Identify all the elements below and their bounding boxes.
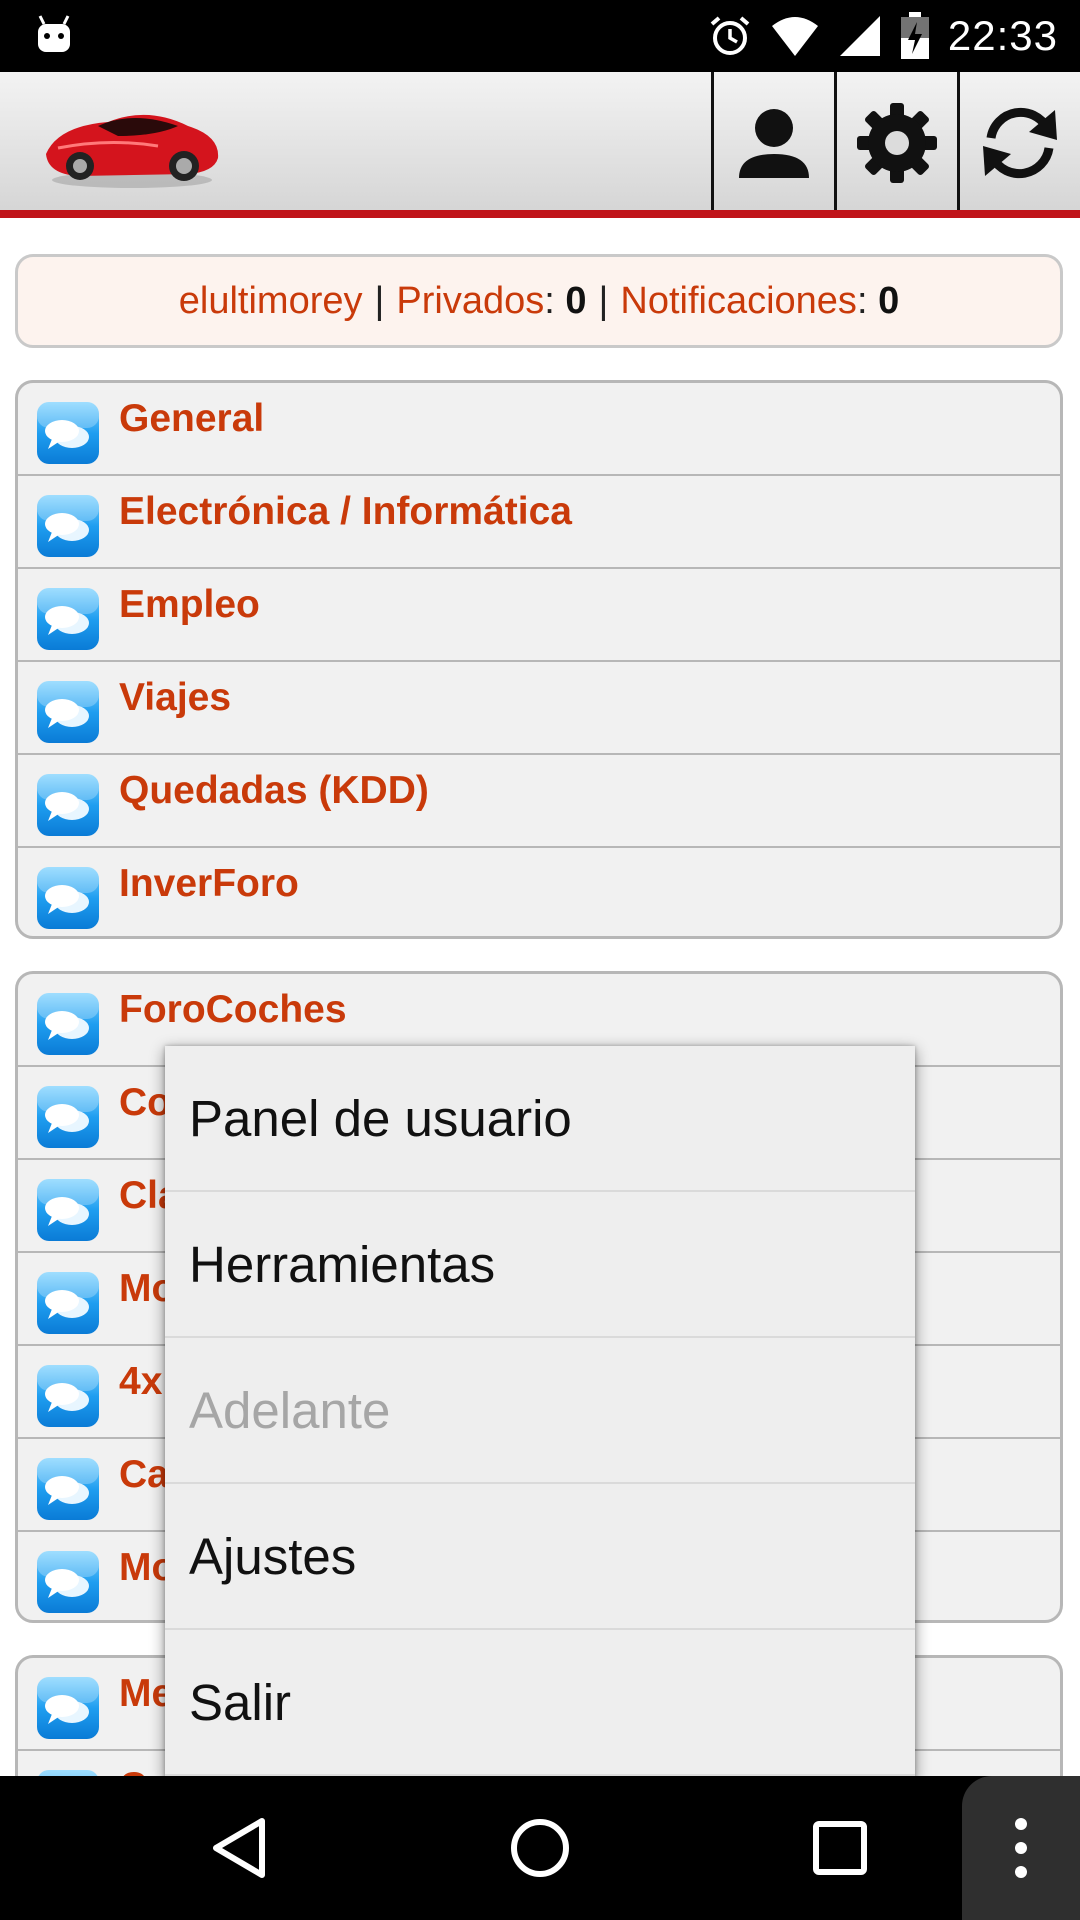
home-icon	[511, 1819, 569, 1877]
home-button[interactable]	[470, 1776, 610, 1920]
chat-bubble-icon	[37, 1179, 99, 1241]
menu-item-ajustes[interactable]: Ajustes	[165, 1484, 915, 1630]
chat-bubble-icon	[37, 867, 99, 929]
forum-label: ForoCoches	[119, 988, 347, 1031]
menu-item-panel-de-usuario[interactable]: Panel de usuario	[165, 1046, 915, 1192]
user-icon	[738, 109, 809, 178]
chat-bubble-icon	[37, 1458, 99, 1520]
forum-label: Viajes	[119, 676, 232, 719]
user-button[interactable]	[711, 72, 833, 214]
back-button[interactable]	[170, 1776, 310, 1920]
refresh-icon	[982, 107, 1057, 179]
chat-bubble-icon	[37, 1272, 99, 1334]
forum-label: Quedadas (KDD)	[119, 769, 429, 812]
menu-item-salir[interactable]: Salir	[165, 1630, 915, 1776]
chat-bubble-icon	[37, 774, 99, 836]
menu-item-herramientas[interactable]: Herramientas	[165, 1192, 915, 1338]
cell-signal-icon	[839, 16, 880, 56]
back-icon	[213, 1818, 265, 1878]
separator: |	[598, 279, 609, 322]
notificaciones-count: 0	[878, 279, 900, 322]
chat-bubble-icon	[37, 1551, 99, 1613]
overflow-menu: Panel de usuario Herramientas Adelante A…	[165, 1046, 915, 1780]
forum-label: Ca	[119, 1453, 169, 1496]
header-accent-line	[0, 210, 1080, 218]
chat-bubble-icon	[37, 1365, 99, 1427]
forum-row[interactable]: General	[18, 383, 1060, 476]
settings-button[interactable]	[834, 72, 956, 214]
forum-row[interactable]: Electrónica / Informática	[18, 476, 1060, 569]
system-nav-bar	[0, 1776, 1080, 1920]
separator: |	[374, 279, 385, 322]
username-link[interactable]: elultimorey	[179, 280, 363, 323]
forum-label: Empleo	[119, 583, 260, 626]
forum-row[interactable]: Empleo	[18, 569, 1060, 662]
menu-overflow-button[interactable]	[962, 1776, 1080, 1920]
recents-button[interactable]	[770, 1776, 910, 1920]
forum-label: Electrónica / Informática	[119, 490, 572, 533]
wifi-icon	[771, 17, 818, 56]
forum-label: Co	[119, 1081, 171, 1124]
recents-icon	[813, 1821, 867, 1875]
privados-count: 0	[565, 279, 587, 322]
colon: :	[544, 279, 566, 322]
forum-group-general: General Electrónica / Informática Empleo…	[15, 380, 1063, 939]
chat-bubble-icon	[37, 993, 99, 1055]
menu-item-adelante: Adelante	[165, 1338, 915, 1484]
forum-row[interactable]: Quedadas (KDD)	[18, 755, 1060, 848]
clock: 22:33	[947, 12, 1058, 59]
gear-icon	[856, 103, 937, 183]
forum-label: General	[119, 397, 265, 440]
chat-bubble-icon	[37, 1677, 99, 1739]
chat-bubble-icon	[37, 681, 99, 743]
chat-bubble-icon	[37, 588, 99, 650]
more-vert-icon	[1015, 1818, 1027, 1878]
notificaciones-link[interactable]: Notificaciones	[620, 280, 857, 323]
user-info-bar: elultimorey | Privados : 0 | Notificacio…	[15, 254, 1063, 348]
privados-link[interactable]: Privados	[396, 280, 544, 323]
colon: :	[856, 279, 879, 322]
battery-charging-icon	[900, 12, 929, 59]
car-logo[interactable]	[38, 96, 224, 192]
android-notification-icon	[38, 15, 70, 52]
chat-bubble-icon	[37, 1086, 99, 1148]
forum-row[interactable]: InverForo	[18, 848, 1060, 936]
forum-row[interactable]: Viajes	[18, 662, 1060, 755]
alarm-icon	[710, 16, 750, 55]
refresh-button[interactable]	[957, 72, 1079, 214]
forum-app: 22:33 elultimorey | Privados: 0 | Notif…	[0, 0, 1080, 1920]
chat-bubble-icon	[37, 495, 99, 557]
forum-label: InverForo	[119, 862, 299, 905]
forum-label: 4x	[119, 1360, 163, 1403]
chat-bubble-icon	[37, 402, 99, 464]
app-header	[0, 72, 1080, 218]
status-bar: 22:33	[0, 0, 1080, 72]
